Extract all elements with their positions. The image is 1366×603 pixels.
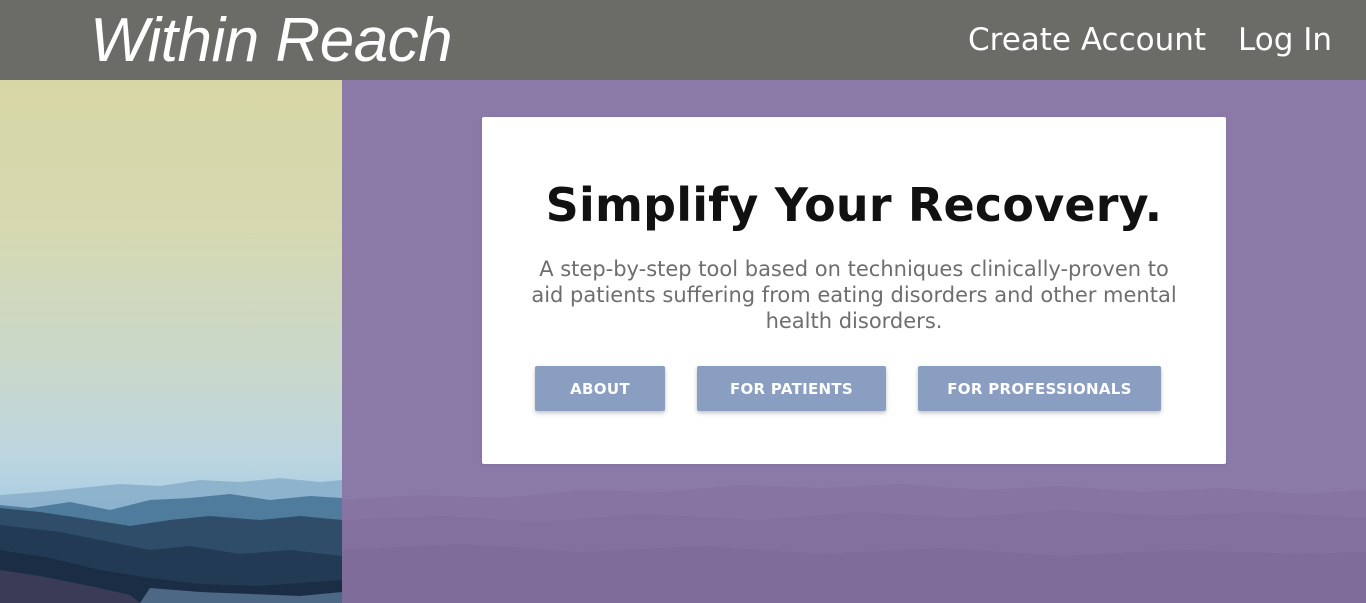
brand-logo-text[interactable]: Within Reach — [90, 6, 453, 76]
top-navigation-bar: Within Reach Create Account Log In — [0, 0, 1366, 80]
landscape-photo — [0, 80, 342, 603]
hero-card: Simplify Your Recovery. A step-by-step t… — [482, 117, 1226, 464]
for-professionals-button[interactable]: FOR PROFESSIONALS — [918, 366, 1161, 411]
about-button[interactable]: ABOUT — [535, 366, 665, 411]
hero-description: A step-by-step tool based on techniques … — [531, 257, 1177, 333]
mountain-landscape-image — [0, 478, 342, 603]
create-account-link[interactable]: Create Account — [968, 20, 1206, 60]
log-in-link[interactable]: Log In — [1238, 20, 1332, 60]
hero-headline: Simplify Your Recovery. — [545, 178, 1163, 232]
for-patients-button[interactable]: FOR PATIENTS — [697, 366, 886, 411]
